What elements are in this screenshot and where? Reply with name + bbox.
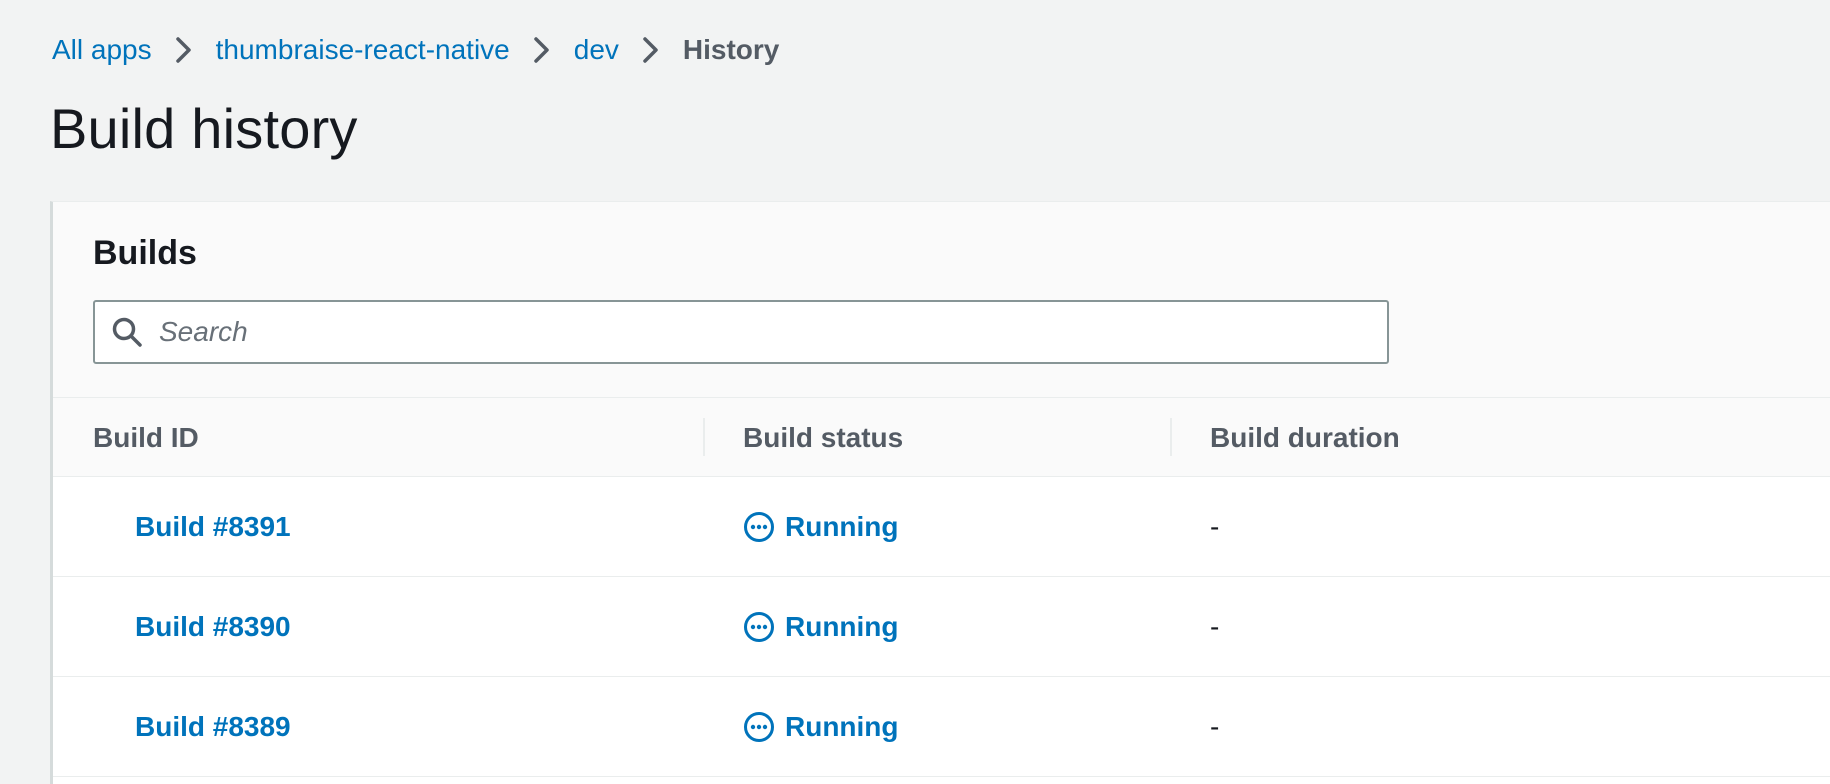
build-id-link[interactable]: Build #8389 <box>135 711 291 743</box>
column-header-build-id[interactable]: Build ID <box>93 398 199 477</box>
build-duration: - <box>1210 511 1220 542</box>
status-badge: Running <box>743 511 899 543</box>
column-header-build-status[interactable]: Build status <box>743 398 903 477</box>
breadcrumb-all-apps[interactable]: All apps <box>52 34 152 66</box>
status-badge: Running <box>743 611 899 643</box>
chevron-right-icon <box>619 35 683 65</box>
build-id-link[interactable]: Build #8390 <box>135 611 291 643</box>
column-header-build-duration[interactable]: Build duration <box>1210 398 1400 477</box>
table-row: Build #8389 Running - <box>53 677 1830 777</box>
page-title: Build history <box>50 97 358 160</box>
table-row: Build #8390 Running - <box>53 577 1830 677</box>
breadcrumb-branch[interactable]: dev <box>574 34 619 66</box>
table-header: Build ID Build status Build duration <box>53 398 1830 477</box>
status-badge: Running <box>743 711 899 743</box>
in-progress-icon <box>743 711 775 743</box>
chevron-right-icon <box>152 35 216 65</box>
chevron-right-icon <box>510 35 574 65</box>
build-id-link[interactable]: Build #8391 <box>135 511 291 543</box>
page: All apps thumbraise-react-native dev His… <box>0 0 1830 784</box>
build-duration: - <box>1210 711 1220 742</box>
table-row: Build #8391 Running - <box>53 477 1830 577</box>
status-label: Running <box>785 511 899 542</box>
search-icon <box>95 316 159 348</box>
column-divider <box>1170 418 1172 456</box>
status-label: Running <box>785 711 899 742</box>
column-divider <box>703 418 705 456</box>
breadcrumb: All apps thumbraise-react-native dev His… <box>52 30 779 70</box>
builds-panel-title: Builds <box>93 234 197 272</box>
search-input[interactable] <box>159 316 1387 348</box>
builds-panel-header: Builds <box>53 202 1830 398</box>
in-progress-icon <box>743 511 775 543</box>
breadcrumb-current: History <box>682 34 780 65</box>
search-box[interactable] <box>93 300 1389 364</box>
builds-panel: Builds Build ID Build status Build durat… <box>50 201 1830 784</box>
build-duration: - <box>1210 611 1220 642</box>
status-label: Running <box>785 611 899 642</box>
in-progress-icon <box>743 611 775 643</box>
breadcrumb-app[interactable]: thumbraise-react-native <box>216 34 510 66</box>
